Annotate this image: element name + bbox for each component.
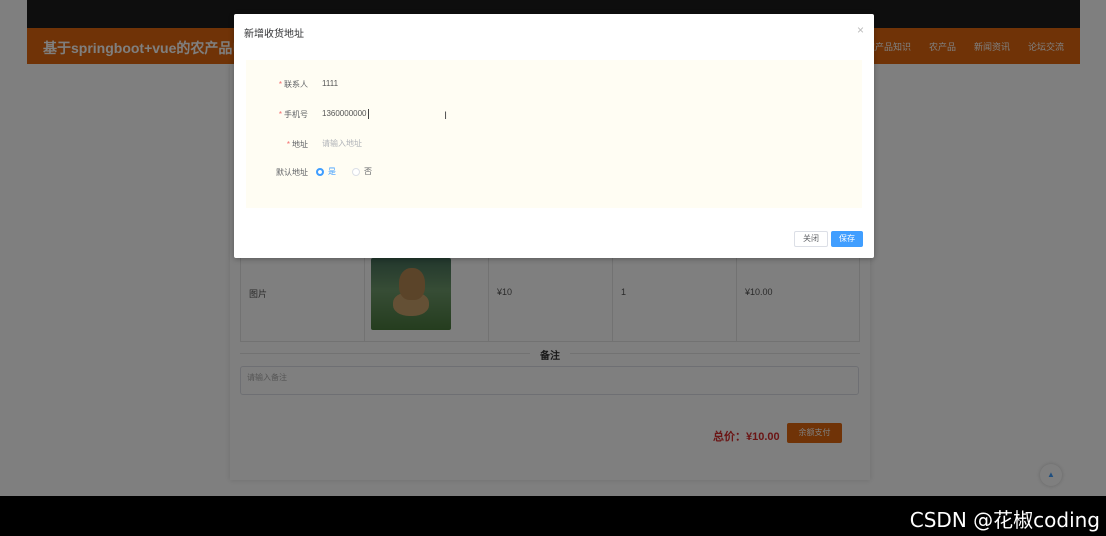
ibeam-cursor-icon: I: [444, 110, 448, 122]
save-button[interactable]: 保存: [831, 231, 863, 247]
default-address-label: 默认地址: [276, 168, 308, 177]
contact-input[interactable]: 1111: [316, 74, 556, 94]
text-caret: [367, 108, 369, 119]
required-mark: *: [278, 110, 282, 119]
address-label: * 地址: [286, 140, 308, 149]
required-mark: *: [278, 80, 282, 89]
phone-label: * 手机号: [278, 110, 308, 119]
default-yes-radio[interactable]: 是: [316, 166, 336, 177]
address-input[interactable]: 请输入地址: [316, 134, 556, 154]
radio-unchecked-icon: [352, 167, 360, 176]
phone-input[interactable]: 1360000000 I: [316, 104, 556, 124]
close-icon[interactable]: ×: [857, 23, 864, 37]
address-form: * 联系人 1111 * 手机号 1360000000 I * 地址 请输入地址 默认地…: [246, 60, 862, 208]
bottom-bar: CSDN @花椒coding: [0, 496, 1106, 536]
watermark: CSDN @花椒coding: [909, 508, 1100, 532]
add-address-dialog: 新增收货地址 × * 联系人 1111 * 手机号 1360000000 I * 地址 …: [234, 14, 874, 258]
address-row: * 地址 请输入地址: [246, 134, 862, 154]
contact-value: 1111: [322, 79, 339, 88]
radio-checked-icon: [316, 167, 324, 176]
phone-row: * 手机号 1360000000 I: [246, 104, 862, 124]
contact-row: * 联系人 1111: [246, 74, 862, 94]
contact-label: * 联系人: [278, 80, 308, 89]
phone-value: 1360000000: [322, 109, 367, 118]
close-button[interactable]: 关闭: [794, 231, 828, 247]
default-no-radio[interactable]: 否: [352, 166, 372, 177]
dialog-title: 新增收货地址: [244, 29, 304, 40]
required-mark: *: [286, 140, 290, 149]
default-address-row: 默认地址 是 否: [246, 162, 862, 182]
